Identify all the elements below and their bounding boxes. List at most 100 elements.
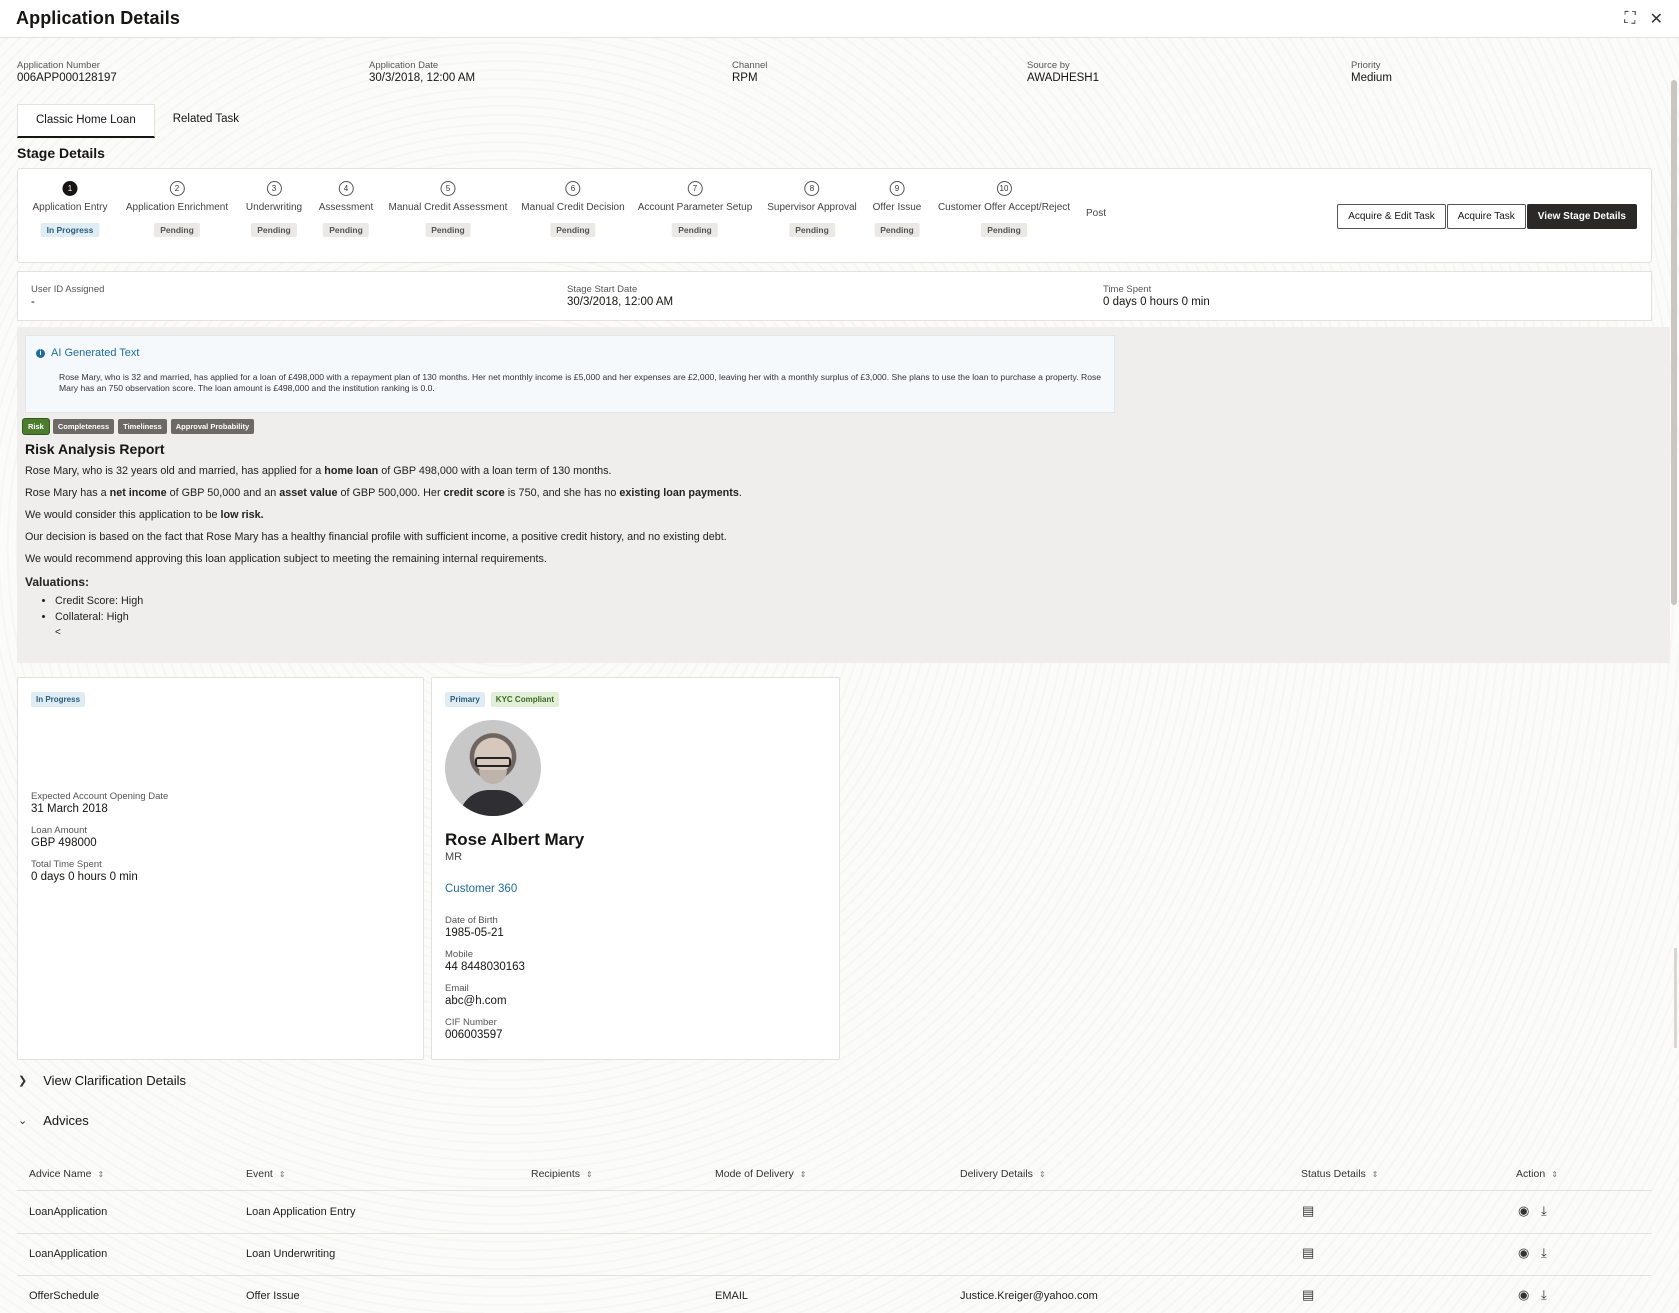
stage-step[interactable]: 10 Customer Offer Accept/Reject Pending <box>938 181 1070 237</box>
title-bar: Application Details ⛶ ✕ <box>0 0 1679 38</box>
sort-icon: ⇕ <box>97 1170 105 1179</box>
status-badge: Pending <box>981 223 1027 237</box>
stage-action-buttons: Acquire & Edit Task Acquire Task View St… <box>1336 204 1637 229</box>
view-stage-details-button[interactable]: View Stage Details <box>1526 204 1637 229</box>
report-paragraph: Rose Mary, who is 32 years old and marri… <box>25 465 612 477</box>
stage-start-date: Stage Start Date 30/3/2018, 12:00 AM <box>567 284 674 308</box>
stage-info-card: User ID Assigned - Stage Start Date 30/3/2… <box>17 271 1652 321</box>
cif-number: CIF Number 006003597 <box>445 1017 503 1041</box>
stage-step[interactable]: 9 Offer Issue Pending <box>873 181 921 237</box>
stage-step[interactable]: 7 Account Parameter Setup Pending <box>638 181 752 237</box>
sort-icon: ⇕ <box>586 1170 593 1179</box>
status-badge: In Progress <box>40 223 100 237</box>
acquire-task-button[interactable]: Acquire Task <box>1446 204 1526 229</box>
sort-icon: ⇕ <box>1038 1170 1046 1179</box>
stage-details-heading: Stage Details <box>17 145 105 161</box>
clarification-accordion[interactable]: ❯ View Clarification Details <box>18 1073 186 1088</box>
advices-accordion[interactable]: ⌄ Advices <box>18 1113 89 1128</box>
col-delivery-details[interactable]: Delivery Details ⇕ <box>960 1168 1046 1180</box>
view-icon[interactable]: ◉ <box>1518 1287 1529 1303</box>
customer-title: MR <box>445 851 463 863</box>
col-mode-of-delivery[interactable]: Mode of Delivery ⇕ <box>715 1168 806 1180</box>
total-time-spent: Total Time Spent 0 days 0 hours 0 min <box>31 859 138 883</box>
ai-generated-box: i AI Generated Text Rose Mary, who is 32 … <box>25 335 1115 413</box>
mobile: Mobile 44 8448030163 <box>445 949 525 973</box>
table-row: LoanApplication Loan Underwriting ▤ ◉ ⤓ <box>17 1234 1652 1276</box>
stage-step[interactable]: 3 Underwriting Pending <box>246 181 302 237</box>
scrollbar-track-marker <box>1674 948 1677 1048</box>
status-badge: Pending <box>425 223 471 237</box>
sort-icon: ⇕ <box>1371 1170 1379 1179</box>
col-event[interactable]: Event ⇕ <box>246 1168 286 1180</box>
avatar <box>445 720 541 816</box>
col-recipients[interactable]: Recipients ⇕ <box>531 1168 593 1180</box>
stage-step[interactable]: 2 Application Enrichment Pending <box>126 181 228 237</box>
status-badge: Pending <box>154 223 200 237</box>
status-badge: Pending <box>323 223 369 237</box>
sort-icon: ⇕ <box>278 1170 286 1179</box>
close-icon[interactable]: ✕ <box>1650 9 1663 29</box>
table-row: OfferSchedule Offer Issue EMAIL Justice.… <box>29 1287 1547 1303</box>
time-spent: Time Spent 0 days 0 hours 0 min <box>1103 284 1210 308</box>
chevron-right-icon: ❯ <box>18 1075 28 1087</box>
stage-tracker: 1 Application Entry In Progress 2 Applicati… <box>17 168 1652 263</box>
tab-related-task[interactable]: Related Task <box>155 104 257 138</box>
report-title: Risk Analysis Report <box>25 441 165 457</box>
stage-step[interactable]: 5 Manual Credit Assessment Pending <box>389 181 507 237</box>
pill-risk[interactable]: Risk <box>23 419 49 434</box>
acquire-edit-task-button[interactable]: Acquire & Edit Task <box>1337 204 1446 229</box>
stage-step[interactable]: 1 Application Entry In Progress <box>32 181 108 237</box>
col-advice-name[interactable]: Advice Name ⇕ <box>29 1168 104 1180</box>
view-icon[interactable]: ◉ <box>1518 1245 1529 1261</box>
stage-step[interactable]: 4 Assessment Pending <box>319 181 373 237</box>
status-details-icon[interactable]: ▤ <box>1302 1245 1314 1261</box>
ai-header: i AI Generated Text <box>36 347 139 359</box>
content-area[interactable]: Application Number 006APP000128197 Applic… <box>0 38 1679 1313</box>
pill-timeliness[interactable]: Timeliness <box>118 419 167 434</box>
view-icon[interactable]: ◉ <box>1518 1203 1529 1219</box>
list-item: Credit Score: High <box>55 595 742 607</box>
email: Email abc@h.com <box>445 983 507 1007</box>
stage-step[interactable]: 8 Supervisor Approval Pending <box>767 181 857 237</box>
customer-360-link[interactable]: Customer 360 <box>445 883 517 895</box>
trailing-text: < <box>55 627 61 638</box>
stage-step-post[interactable]: Post <box>1086 202 1106 219</box>
kyc-badge: KYC Compliant <box>490 692 560 707</box>
customer-card: Primary KYC Compliant Rose Albert Mary M… <box>431 677 840 1060</box>
tab-classic-home-loan[interactable]: Classic Home Loan <box>17 104 155 138</box>
download-icon[interactable]: ⤓ <box>1541 1245 1547 1261</box>
pill-approval-probability[interactable]: Approval Probability <box>170 419 255 434</box>
meta-application-number: Application Number 006APP000128197 <box>17 60 117 84</box>
analysis-pills: Risk Completeness Timeliness Approval Pr… <box>23 419 255 434</box>
collapse-icon[interactable]: ⛶ <box>1624 10 1635 28</box>
pill-completeness[interactable]: Completeness <box>52 419 115 434</box>
date-of-birth: Date of Birth 1985-05-21 <box>445 915 504 939</box>
valuations-list: Credit Score: High Collateral: High <box>55 595 742 623</box>
customer-name: Rose Albert Mary <box>445 830 585 849</box>
table-row: LoanApplication Loan Application Entry ▤… <box>17 1192 1652 1234</box>
meta-channel: Channel RPM <box>732 60 768 84</box>
status-details-icon[interactable]: ▤ <box>1302 1287 1314 1303</box>
status-details-icon[interactable]: ▤ <box>1302 1203 1314 1219</box>
col-action[interactable]: Action ⇕ <box>1516 1168 1558 1180</box>
status-badge: Pending <box>789 223 835 237</box>
report-paragraph: We would consider this application to be… <box>25 509 264 521</box>
list-item: Collateral: High <box>55 611 742 623</box>
status-badge: Pending <box>874 223 920 237</box>
sort-icon: ⇕ <box>799 1170 807 1179</box>
report-paragraph: Rose Mary has a net income of GBP 50,000… <box>25 487 742 499</box>
status-badge: Pending <box>550 223 596 237</box>
risk-report: Risk Analysis Report Rose Mary, who is 3… <box>25 441 742 638</box>
report-paragraph: We would recommend approving this loan a… <box>25 553 547 565</box>
download-icon[interactable]: ⤓ <box>1541 1287 1547 1303</box>
chevron-down-icon: ⌄ <box>18 1115 28 1127</box>
user-id-assigned: User ID Assigned - <box>31 284 105 308</box>
ai-analysis-section: i AI Generated Text Rose Mary, who is 32 … <box>17 327 1670 663</box>
download-icon[interactable]: ⤓ <box>1541 1203 1547 1219</box>
vertical-scrollbar[interactable] <box>1671 80 1677 605</box>
loan-summary-card: In Progress Expected Account Opening Dat… <box>17 677 424 1060</box>
report-paragraph: Our decision is based on the fact that R… <box>25 531 727 543</box>
col-status-details[interactable]: Status Details ⇕ <box>1301 1168 1378 1180</box>
ai-summary-text: Rose Mary, who is 32 and married, has ap… <box>59 372 1102 393</box>
stage-step[interactable]: 6 Manual Credit Decision Pending <box>521 181 625 237</box>
